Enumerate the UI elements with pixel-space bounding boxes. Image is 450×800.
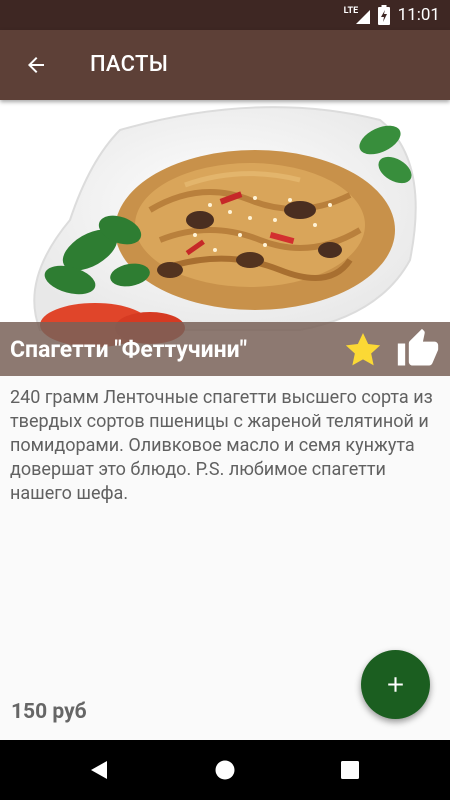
recents-square-icon — [341, 761, 359, 779]
dish-title: Спагетти "Феттучини" — [10, 336, 248, 363]
back-button[interactable] — [14, 43, 58, 87]
status-icons: LTE 11:01 — [344, 0, 440, 30]
star-icon — [345, 333, 381, 366]
arrow-back-icon — [28, 57, 44, 73]
dish-description: 240 грамм Ленточные спагетти высшего сор… — [10, 387, 433, 504]
nav-home-button[interactable] — [205, 750, 245, 790]
page-title: ПАСТЫ — [90, 52, 169, 77]
add-to-cart-button[interactable] — [361, 650, 430, 719]
dish-card: Спагетти "Феттучини" — [0, 100, 450, 376]
nav-back-button[interactable] — [79, 750, 119, 790]
like-button[interactable] — [395, 327, 441, 371]
nav-recents-button[interactable] — [330, 750, 370, 790]
thumbs-up-icon — [397, 328, 439, 366]
dish-price: 150 руб — [11, 700, 87, 724]
back-triangle-icon — [91, 761, 107, 779]
dish-title-bar: Спагетти "Феттучини" — [0, 322, 450, 376]
system-nav-bar — [0, 740, 450, 800]
battery-charging-icon — [377, 5, 390, 25]
home-circle-icon — [215, 760, 235, 780]
plus-icon — [388, 677, 403, 692]
favorite-button[interactable] — [343, 330, 383, 370]
app-bar: ПАСТЫ — [0, 30, 450, 100]
signal-icon: LTE — [344, 6, 370, 24]
status-time: 11:01 — [397, 5, 440, 25]
status-bar: LTE 11:01 — [0, 0, 450, 30]
